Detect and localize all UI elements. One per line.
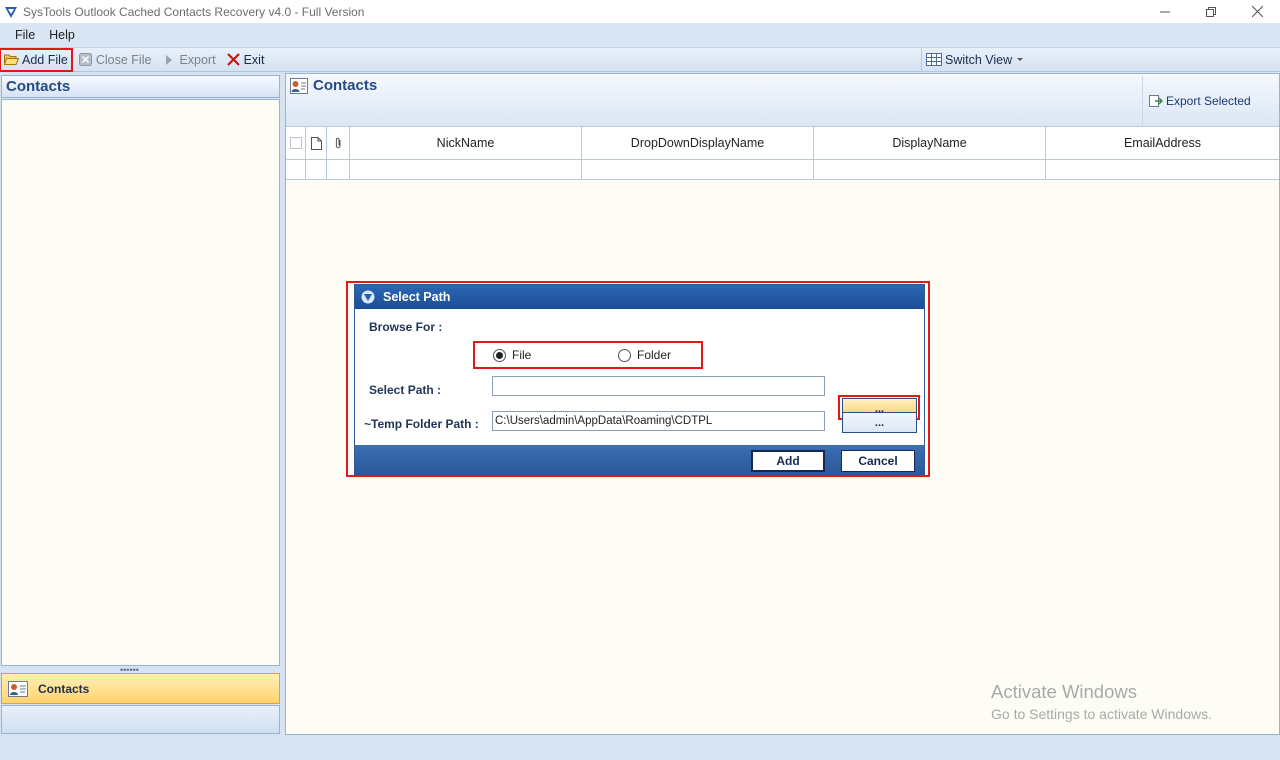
contact-card-icon: [290, 77, 308, 94]
folder-tree[interactable]: [1, 99, 280, 666]
row-nickname-cell: [350, 160, 582, 179]
app-logo-icon: [361, 290, 375, 304]
nav-contacts-label: Contacts: [38, 681, 90, 696]
menu-bar: File Help: [0, 23, 1280, 47]
select-path-input[interactable]: [492, 376, 825, 396]
add-file-button[interactable]: Add File: [0, 47, 73, 72]
table-row[interactable]: [286, 160, 1279, 180]
contacts-header: Contacts Export Selected: [286, 74, 1279, 127]
temp-path-browse-button[interactable]: ...: [842, 412, 917, 433]
contacts-title-label: Contacts: [313, 77, 378, 94]
close-file-label: Close File: [95, 52, 152, 67]
dialog-title: Select Path: [383, 290, 451, 304]
radio-folder-label: Folder: [637, 348, 672, 362]
contacts-grid-header: NickName DropDownDisplayName DisplayName…: [286, 127, 1279, 160]
radio-folder[interactable]: Folder: [618, 348, 671, 362]
browse-for-label: Browse For :: [369, 320, 443, 334]
menu-file[interactable]: File: [8, 28, 42, 42]
radio-folder-indicator: [618, 348, 631, 362]
left-pane: Contacts •••••• Contacts: [0, 73, 282, 735]
nav-footer-bar: [1, 705, 280, 734]
switch-view-button[interactable]: Switch View: [921, 48, 1025, 72]
add-file-label: Add File: [22, 52, 68, 67]
chevron-down-icon: [1017, 58, 1024, 61]
temp-folder-path-label: ~Temp Folder Path :: [364, 417, 479, 431]
export-selected-icon: [1149, 94, 1163, 108]
minimize-button[interactable]: [1142, 0, 1188, 23]
dialog-title-bar[interactable]: Select Path: [355, 285, 924, 309]
grid-view-icon: [926, 53, 942, 67]
attachment-column[interactable]: [327, 127, 350, 159]
row-checkbox-cell[interactable]: [286, 160, 306, 179]
switch-view-label: Switch View: [945, 53, 1013, 67]
export-button[interactable]: Export: [157, 49, 219, 71]
column-emailaddress[interactable]: EmailAddress: [1046, 127, 1279, 159]
export-selected-button[interactable]: Export Selected: [1142, 76, 1278, 126]
cancel-button[interactable]: Cancel: [841, 450, 915, 472]
temp-folder-path-input[interactable]: [492, 411, 825, 431]
exit-button[interactable]: Exit: [222, 49, 269, 71]
row-attachment-cell: [327, 160, 350, 179]
contacts-title: Contacts: [290, 77, 377, 94]
minimize-icon: [1160, 11, 1170, 12]
toolbar: Add File Close File Export Exit Switch V…: [0, 47, 1280, 72]
row-dropdowndisplayname-cell: [582, 160, 814, 179]
paperclip-icon: [335, 137, 340, 149]
select-all-checkbox-cell[interactable]: [286, 127, 306, 159]
close-window-button[interactable]: [1234, 0, 1280, 23]
item-type-column[interactable]: [306, 127, 327, 159]
nav-contacts-item[interactable]: Contacts: [1, 673, 280, 704]
restore-button[interactable]: [1188, 0, 1234, 23]
column-displayname[interactable]: DisplayName: [814, 127, 1046, 159]
column-dropdowndisplayname[interactable]: DropDownDisplayName: [582, 127, 814, 159]
document-icon: [310, 136, 322, 150]
export-selected-label: Export Selected: [1166, 94, 1251, 108]
export-arrow-icon: [161, 52, 176, 67]
left-pane-title: Contacts: [1, 75, 280, 98]
activation-watermark-subtitle: Go to Settings to activate Windows.: [991, 706, 1212, 722]
add-button[interactable]: Add: [751, 450, 825, 472]
browse-for-radio-group: File Folder: [473, 341, 703, 369]
radio-file[interactable]: File: [493, 348, 531, 362]
radio-file-indicator: [493, 348, 506, 362]
window-controls: [1142, 0, 1280, 23]
exit-x-icon: [226, 52, 241, 67]
menu-help[interactable]: Help: [42, 28, 82, 42]
activation-watermark-title: Activate Windows: [991, 681, 1137, 702]
dialog-footer: Add Cancel: [355, 445, 924, 475]
close-file-icon: [78, 52, 93, 67]
open-folder-icon: [4, 52, 19, 67]
exit-label: Exit: [243, 52, 265, 67]
title-bar: SysTools Outlook Cached Contacts Recover…: [0, 0, 1280, 23]
close-file-button[interactable]: Close File: [74, 49, 156, 71]
dialog-body: Browse For : File Folder Select Path : .…: [355, 309, 924, 445]
radio-file-label: File: [512, 348, 532, 362]
row-displayname-cell: [814, 160, 1046, 179]
export-label: Export: [179, 52, 216, 67]
checkbox-icon: [289, 137, 302, 149]
app-logo-icon: [5, 6, 17, 18]
select-path-label: Select Path :: [369, 383, 442, 397]
column-nickname[interactable]: NickName: [350, 127, 582, 159]
contact-card-icon: [8, 680, 28, 697]
select-path-dialog: Select Path Browse For : File Folder Sel…: [354, 284, 925, 475]
close-icon: [1251, 6, 1263, 17]
window-title: SysTools Outlook Cached Contacts Recover…: [23, 4, 365, 19]
row-emailaddress-cell: [1046, 160, 1279, 179]
row-type-cell: [306, 160, 327, 179]
restore-icon: [1206, 6, 1216, 17]
